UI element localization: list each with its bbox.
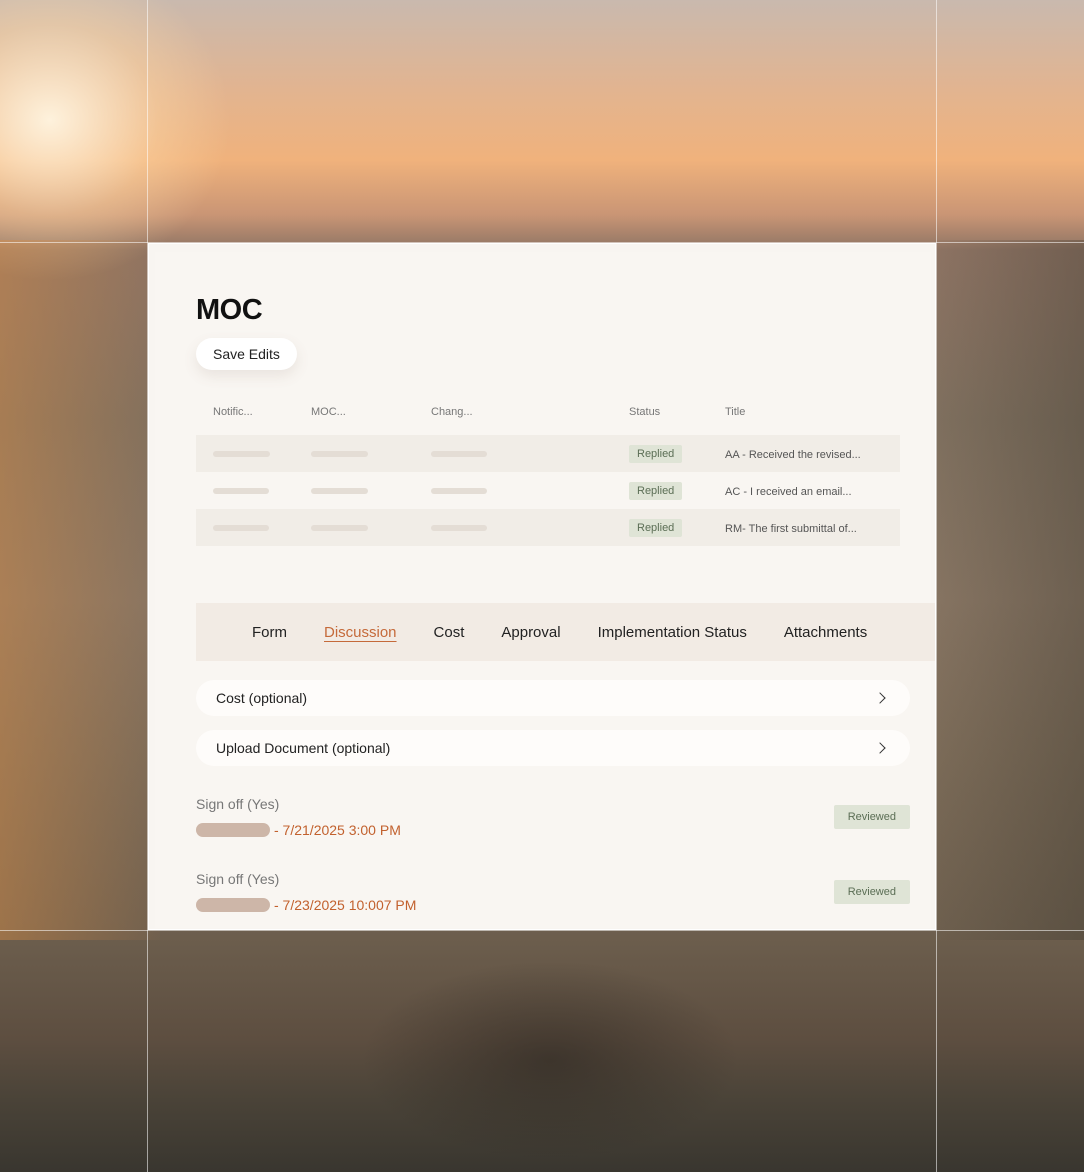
signoff-label: Sign off (Yes) [196, 871, 280, 887]
moc-table: Notific... MOC... Chang... Status Title … [196, 397, 900, 546]
moc-placeholder [311, 524, 368, 531]
signoff-timestamp: - 7/21/2025 3:00 PM [274, 822, 401, 838]
status-badge: Replied [629, 445, 683, 463]
table-header: Notific... MOC... Chang... Status Title [196, 397, 900, 427]
background-right-shade [934, 240, 1084, 940]
background-bottom-blob [360, 960, 740, 1160]
status-badge: Replied [629, 482, 683, 500]
guide-line-bottom [0, 930, 1084, 931]
tab-attachments[interactable]: Attachments [784, 624, 867, 641]
upload-document-section[interactable]: Upload Document (optional) [196, 730, 910, 766]
reviewed-badge: Reviewed [833, 880, 910, 904]
notification-placeholder [213, 450, 270, 457]
column-header-notification[interactable]: Notific... [196, 406, 294, 418]
moc-placeholder [311, 450, 368, 457]
cost-optional-section[interactable]: Cost (optional) [196, 680, 910, 716]
tab-approval[interactable]: Approval [501, 624, 560, 641]
table-row[interactable]: Replied AC - I received an email... [196, 472, 900, 509]
title-cell: RM- The first submittal of... [725, 522, 857, 535]
column-header-change[interactable]: Chang... [414, 406, 612, 418]
section-label: Upload Document (optional) [216, 740, 391, 756]
column-header-moc[interactable]: MOC... [294, 406, 414, 418]
signoff-entry: Sign off (Yes) - 7/23/2025 10:007 PM Rev… [196, 871, 910, 913]
background-left-shade [0, 240, 160, 940]
column-header-title[interactable]: Title [708, 406, 900, 418]
redacted-name [196, 823, 270, 837]
tab-discussion[interactable]: Discussion [324, 624, 397, 641]
reviewed-badge: Reviewed [833, 805, 910, 829]
table-row[interactable]: Replied AA - Received the revised... [196, 435, 900, 472]
moc-panel-inner: MOC Save Edits Notific... MOC... Chang..… [155, 252, 935, 928]
chevron-right-icon [874, 742, 886, 754]
tab-implementation-status[interactable]: Implementation Status [598, 624, 747, 641]
title-cell: AA - Received the revised... [725, 448, 861, 461]
table-row[interactable]: Replied RM- The first submittal of... [196, 509, 900, 546]
redacted-name [196, 898, 270, 912]
tab-bar: Form Discussion Cost Approval Implementa… [196, 603, 935, 661]
notification-placeholder [213, 487, 269, 494]
title-cell: AC - I received an email... [725, 485, 852, 498]
moc-panel: MOC Save Edits Notific... MOC... Chang..… [148, 243, 936, 930]
change-placeholder [431, 487, 487, 494]
section-label: Cost (optional) [216, 690, 308, 706]
column-header-status[interactable]: Status [612, 406, 708, 418]
change-placeholder [431, 450, 487, 457]
chevron-right-icon [874, 692, 886, 704]
change-placeholder [431, 524, 487, 531]
guide-line-right [936, 0, 937, 1172]
page-title: MOC [196, 294, 263, 326]
tab-form[interactable]: Form [252, 624, 287, 641]
signoff-timestamp: - 7/23/2025 10:007 PM [274, 897, 417, 913]
status-badge: Replied [629, 519, 683, 537]
signoff-entry: Sign off (Yes) - 7/21/2025 3:00 PM Revie… [196, 796, 910, 838]
notification-placeholder [213, 524, 269, 531]
moc-placeholder [311, 487, 368, 494]
save-edits-button[interactable]: Save Edits [196, 338, 297, 370]
tab-cost[interactable]: Cost [434, 624, 465, 641]
signoff-label: Sign off (Yes) [196, 796, 280, 812]
